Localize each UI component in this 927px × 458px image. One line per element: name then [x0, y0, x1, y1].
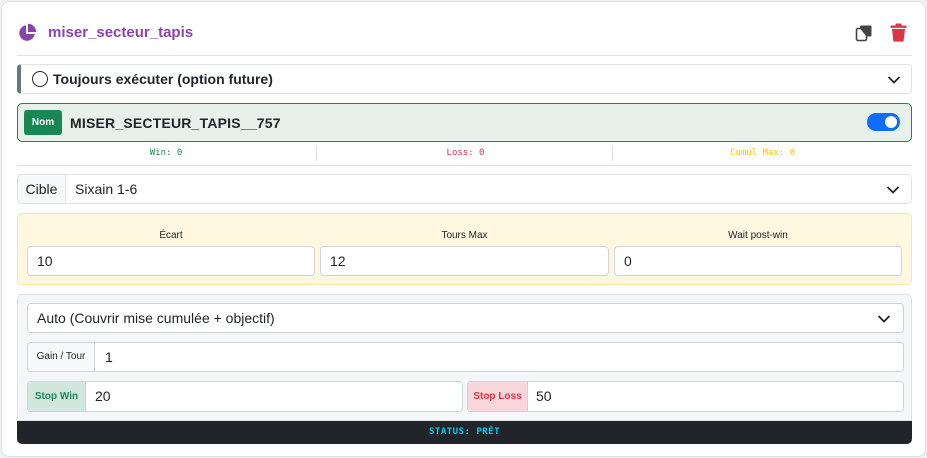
trigger-accordion[interactable]: Toujours exécuter (option future)	[17, 64, 912, 94]
stop-loss-input[interactable]: 50	[536, 382, 552, 411]
gain-group: Gain / Tour 1	[27, 342, 904, 372]
params-panel: Écart 10 Tours Max 12 Wait post-win 0	[17, 213, 912, 285]
chevron-down-icon	[886, 186, 900, 194]
mode-select[interactable]: Auto (Couvrir mise cumulée + objectif)	[27, 303, 904, 333]
stats-row: Win: 0 Loss: 0 Cumul Max: 0	[17, 146, 912, 161]
stop-win-group: Stop Win 20	[27, 381, 463, 412]
radio-circle-icon[interactable]	[32, 71, 48, 87]
gain-label: Gain / Tour	[28, 343, 95, 371]
gain-input[interactable]: 1	[105, 343, 113, 371]
loss-stat: Loss: 0	[316, 146, 614, 161]
tours-max-input[interactable]: 12	[320, 246, 609, 276]
name-badge: Nom	[24, 110, 62, 135]
enable-toggle[interactable]	[867, 113, 900, 131]
ecart-input[interactable]: 10	[27, 246, 315, 276]
strategy-name-value[interactable]: MISER_SECTEUR_TAPIS__757	[70, 115, 281, 132]
win-stat: Win: 0	[149, 148, 183, 158]
strategy-title: miser_secteur_tapis	[48, 24, 194, 41]
toggle-knob	[885, 116, 897, 128]
card-header: miser_secteur_tapis	[17, 21, 912, 45]
pie-chart-icon	[19, 23, 37, 41]
strategy-card: miser_secteur_tapis Toujours exécuter (o…	[1, 1, 926, 457]
target-select[interactable]: Cible Sixain 1-6	[17, 174, 912, 204]
tours-max-label: Tours Max	[441, 230, 488, 241]
copy-icon[interactable]	[855, 24, 873, 42]
stop-loss-group: Stop Loss 50	[467, 381, 904, 412]
status-bar: STATUS: PRÊT	[17, 421, 912, 444]
cumul-max-stat: Cumul Max: 0	[612, 146, 912, 161]
chevron-down-icon	[887, 76, 901, 84]
betting-panel: Auto (Couvrir mise cumulée + objectif) G…	[17, 294, 912, 421]
divider	[17, 165, 912, 166]
stop-loss-label: Stop Loss	[468, 382, 528, 411]
divider	[17, 55, 912, 56]
wait-post-win-input[interactable]: 0	[614, 246, 902, 276]
mode-value: Auto (Couvrir mise cumulée + objectif)	[37, 310, 275, 326]
ecart-label: Écart	[159, 230, 183, 241]
chevron-down-icon	[877, 315, 891, 323]
trash-icon[interactable]	[890, 23, 907, 42]
target-label: Cible	[18, 175, 66, 203]
target-value[interactable]: Sixain 1-6	[75, 175, 137, 203]
stop-win-label: Stop Win	[28, 382, 86, 411]
name-field: Nom MISER_SECTEUR_TAPIS__757	[17, 103, 912, 142]
stop-win-input[interactable]: 20	[95, 382, 111, 411]
wait-post-win-label: Wait post-win	[728, 230, 788, 241]
trigger-label: Toujours exécuter (option future)	[53, 71, 273, 87]
